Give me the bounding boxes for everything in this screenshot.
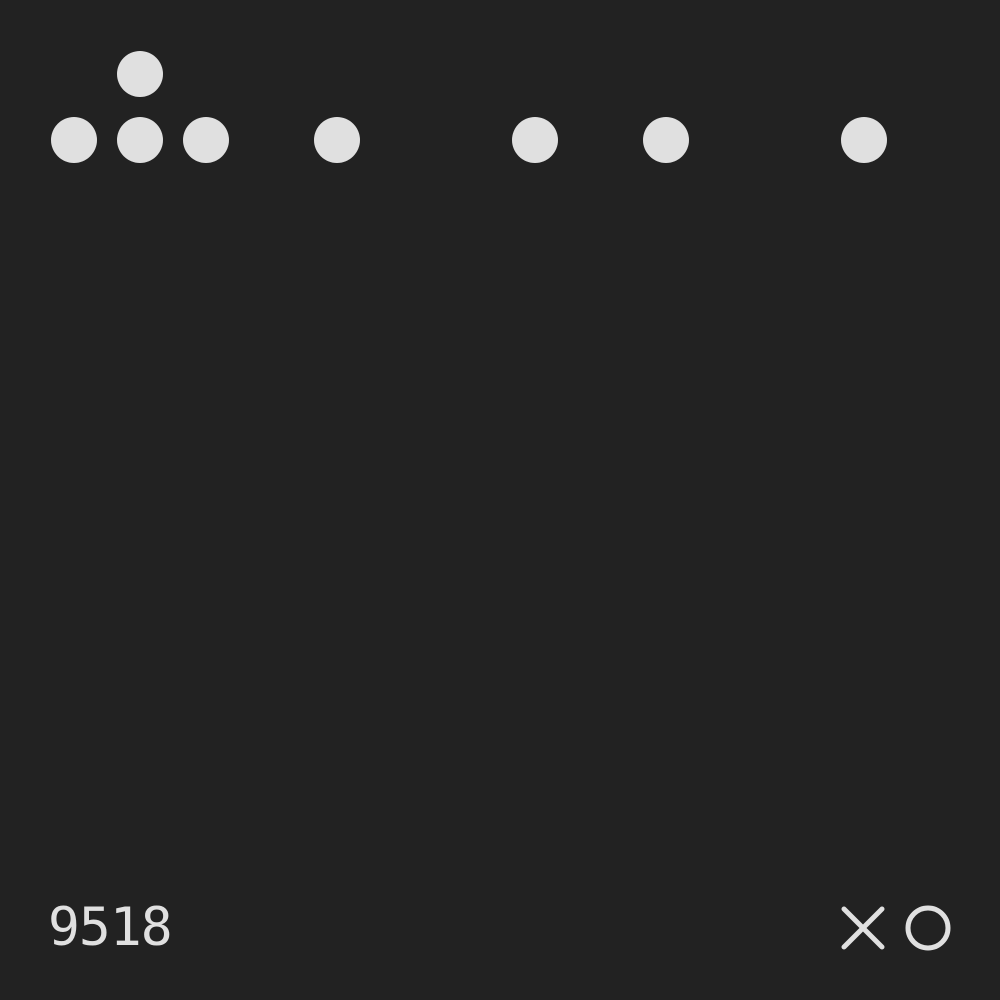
xo-logo xyxy=(841,905,951,951)
o-icon xyxy=(905,905,951,951)
board-dot xyxy=(511,117,558,163)
board-dot xyxy=(643,117,690,163)
x-icon xyxy=(841,906,885,950)
board-dot xyxy=(116,51,163,98)
board-dot xyxy=(840,117,887,163)
board-dot xyxy=(51,117,97,163)
board-dot xyxy=(314,117,361,163)
dot-board xyxy=(0,0,1000,1000)
board-dot xyxy=(182,117,229,163)
token-id-label: 9518 xyxy=(48,897,173,958)
board-dot xyxy=(116,117,163,163)
